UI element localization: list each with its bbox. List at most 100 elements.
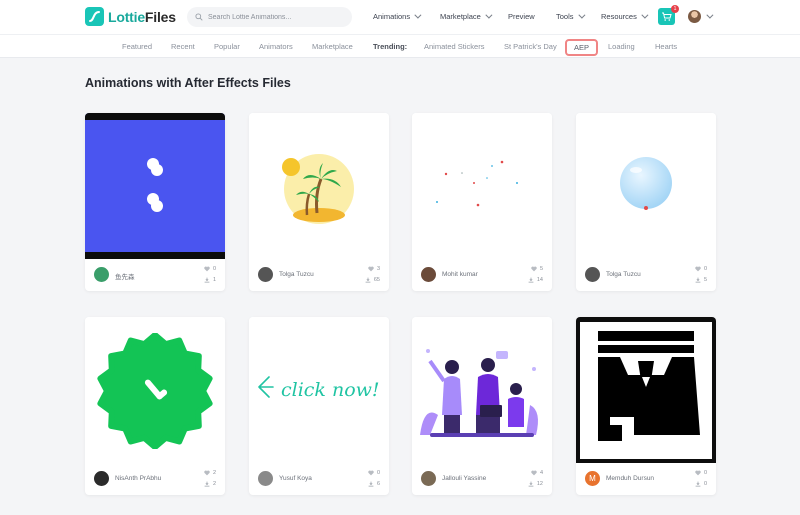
card-footer: M Memduh Dursun 0 0	[576, 463, 716, 495]
download-icon	[528, 481, 534, 487]
likes-count: 4	[531, 470, 543, 476]
likes-count: 3	[368, 266, 380, 272]
chevron-down-icon	[706, 11, 714, 19]
downloads-count: 12	[528, 481, 543, 487]
avatar[interactable]: M	[585, 471, 600, 486]
animation-thumbnail[interactable]	[249, 113, 389, 259]
subnav-recent[interactable]: Recent	[171, 42, 195, 51]
user-menu[interactable]	[688, 10, 714, 23]
lottiefiles-logo[interactable]: LottieFiles	[85, 7, 176, 26]
subnav-animators[interactable]: Animators	[259, 42, 293, 51]
download-icon	[528, 277, 534, 283]
animation-card[interactable]: M Memduh Dursun 0 0	[576, 317, 716, 495]
avatar[interactable]	[94, 267, 109, 282]
card-footer: 鱼先森 0 1	[85, 259, 225, 291]
heart-icon	[368, 266, 374, 272]
chevron-down-icon	[577, 11, 585, 19]
author-name[interactable]: Yusuf Koya	[279, 475, 312, 482]
click-now-text: click now!	[281, 379, 380, 401]
downloads-count: 65	[365, 277, 380, 283]
nav-tools[interactable]: Tools	[556, 11, 585, 21]
likes-count: 0	[368, 470, 380, 476]
author-name[interactable]: NisAnth PrAbhu	[115, 475, 161, 482]
card-footer: Jallouli Yassine 4 12	[412, 463, 552, 495]
animation-thumbnail[interactable]	[576, 317, 716, 463]
avatar[interactable]	[585, 267, 600, 282]
trending-loading[interactable]: Loading	[608, 42, 635, 51]
search-bar[interactable]	[187, 7, 352, 27]
avatar[interactable]	[258, 471, 273, 486]
animation-card[interactable]: Mohit kumar 5 14	[412, 113, 552, 291]
downloads-count: 6	[368, 481, 380, 487]
animation-card[interactable]: Tolga Tuzcu 0 5	[576, 113, 716, 291]
downloads-count: 5	[695, 277, 707, 283]
animation-card[interactable]: NisAnth PrAbhu 2 2	[85, 317, 225, 495]
download-icon	[368, 481, 374, 487]
trending-label: Trending:	[373, 42, 408, 51]
animation-thumbnail[interactable]	[412, 317, 552, 463]
likes-count: 0	[204, 266, 216, 272]
search-icon	[195, 13, 203, 21]
trending-hearts[interactable]: Hearts	[655, 42, 677, 51]
downloads-count: 2	[204, 481, 216, 487]
heart-icon	[695, 470, 701, 476]
download-icon	[695, 277, 701, 283]
heart-icon	[204, 470, 210, 476]
cart-badge: 1	[671, 5, 679, 13]
likes-count: 2	[204, 470, 216, 476]
animation-card[interactable]: Jallouli Yassine 4 12	[412, 317, 552, 495]
author-name[interactable]: Mohit kumar	[442, 271, 478, 278]
download-icon	[365, 277, 371, 283]
cart-icon	[662, 12, 672, 21]
trending-animated-stickers[interactable]: Animated Stickers	[424, 42, 484, 51]
heart-icon	[531, 266, 537, 272]
author-name[interactable]: 鱼先森	[115, 271, 135, 281]
animation-thumbnail[interactable]	[412, 113, 552, 259]
animation-thumbnail[interactable]	[85, 113, 225, 259]
animation-thumbnail[interactable]: click now!	[249, 317, 389, 463]
avatar[interactable]	[258, 267, 273, 282]
animation-thumbnail[interactable]	[85, 317, 225, 463]
subnav-featured[interactable]: Featured	[122, 42, 152, 51]
author-name[interactable]: Jallouli Yassine	[442, 475, 486, 482]
author-name[interactable]: Tolga Tuzcu	[279, 271, 314, 278]
likes-count: 0	[695, 266, 707, 272]
chevron-down-icon	[485, 11, 493, 19]
trending-st-patricks-day[interactable]: St Patrick's Day	[504, 42, 557, 51]
downloads-count: 0	[695, 481, 707, 487]
avatar[interactable]	[94, 471, 109, 486]
card-footer: NisAnth PrAbhu 2 2	[85, 463, 225, 495]
card-footer: Yusuf Koya 0 6	[249, 463, 389, 495]
heart-icon	[531, 470, 537, 476]
chevron-down-icon	[641, 11, 649, 19]
subnav-marketplace[interactable]: Marketplace	[312, 42, 353, 51]
likes-count: 5	[531, 266, 543, 272]
heart-icon	[204, 266, 210, 272]
nav-preview[interactable]: Preview	[508, 12, 535, 21]
author-name[interactable]: Memduh Dursun	[606, 475, 654, 482]
download-icon	[204, 277, 210, 283]
subnav-popular[interactable]: Popular	[214, 42, 240, 51]
lottie-logo-icon	[85, 7, 104, 26]
downloads-count: 14	[528, 277, 543, 283]
card-footer: Tolga Tuzcu 3 65	[249, 259, 389, 291]
animation-thumbnail[interactable]	[576, 113, 716, 259]
cart-button[interactable]: 1	[658, 5, 679, 25]
avatar[interactable]	[421, 267, 436, 282]
nav-resources[interactable]: Resources	[601, 11, 649, 21]
trending-aep[interactable]: AEP	[565, 39, 599, 56]
avatar[interactable]	[421, 471, 436, 486]
category-nav: Featured Recent Popular Animators Market…	[0, 34, 800, 58]
heart-icon	[368, 470, 374, 476]
nav-animations[interactable]: Animations	[373, 11, 422, 21]
likes-count: 0	[695, 470, 707, 476]
download-icon	[204, 481, 210, 487]
download-icon	[695, 481, 701, 487]
author-name[interactable]: Tolga Tuzcu	[606, 271, 641, 278]
animation-card[interactable]: 鱼先森 0 1	[85, 113, 225, 291]
animation-card[interactable]: click now! Yusuf Koya 0 6	[249, 317, 389, 495]
downloads-count: 1	[204, 277, 216, 283]
animation-card[interactable]: Tolga Tuzcu 3 65	[249, 113, 389, 291]
nav-marketplace[interactable]: Marketplace	[440, 11, 493, 21]
search-input[interactable]	[208, 13, 348, 21]
